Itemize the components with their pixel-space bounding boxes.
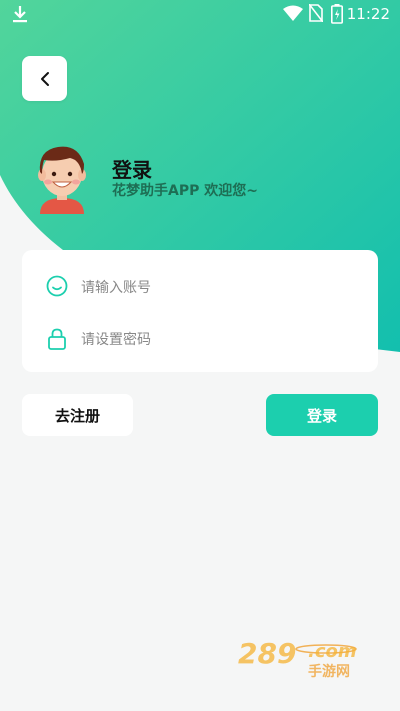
account-input[interactable]: 请输入账号: [81, 277, 151, 297]
page-title: 登录: [112, 158, 152, 182]
login-form-card: 请输入账号 请设置密码: [22, 250, 378, 372]
lock-icon: [48, 328, 66, 350]
password-field[interactable]: 请设置密码: [22, 313, 378, 365]
account-field[interactable]: 请输入账号: [22, 261, 378, 313]
login-button[interactable]: 登录: [266, 394, 378, 436]
user-smile-icon: [46, 275, 68, 297]
status-time: 11:22: [346, 5, 390, 23]
register-button[interactable]: 去注册: [22, 394, 133, 436]
welcome-subtitle: 花梦助手APP 欢迎您~: [112, 183, 258, 199]
svg-text:289: 289: [238, 637, 296, 670]
back-arrow-icon: [40, 71, 49, 86]
battery-icon: [331, 4, 343, 24]
login-screen: 11:22 登录 花梦助手APP 欢迎您~ 请输入账号 请设置密码 去注册 登录…: [0, 0, 400, 711]
download-icon: [13, 6, 27, 23]
status-bar: 11:22: [0, 0, 400, 28]
password-input[interactable]: 请设置密码: [81, 329, 151, 349]
wifi-icon: [283, 5, 303, 21]
svg-text:.com: .com: [308, 641, 357, 662]
no-sim-icon: [309, 4, 323, 22]
site-watermark-logo: 289 .com 手游网: [238, 637, 357, 679]
avatar: [38, 146, 86, 214]
svg-text:手游网: 手游网: [308, 663, 350, 679]
back-button[interactable]: [22, 56, 67, 101]
